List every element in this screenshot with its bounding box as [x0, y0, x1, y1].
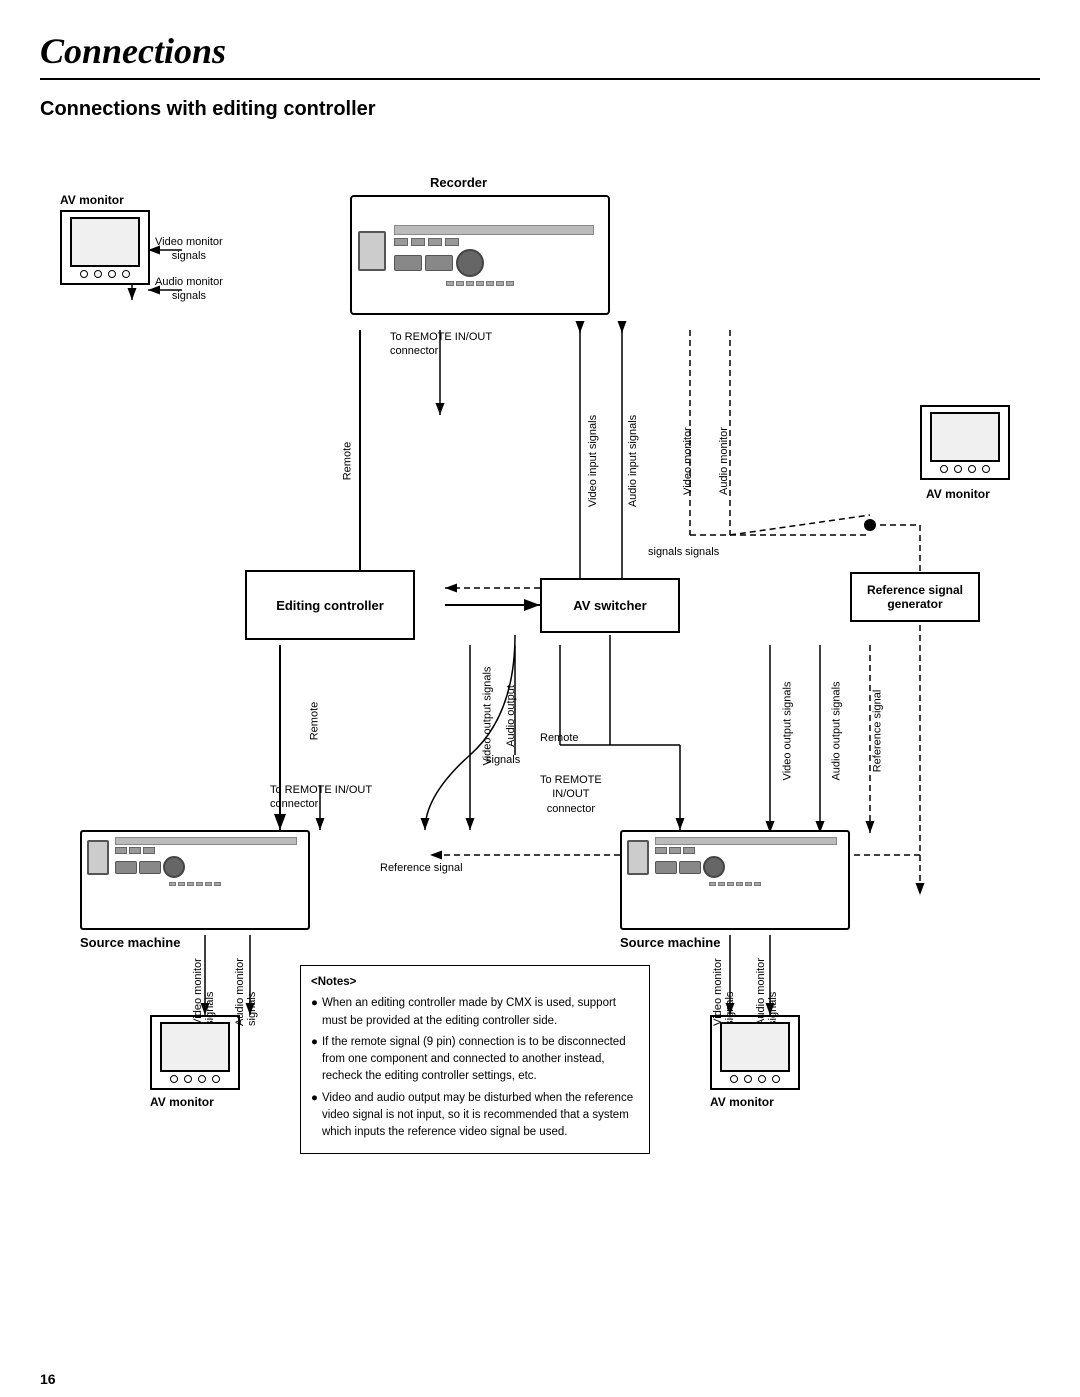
remote-label-bottom-left: Remote [308, 702, 320, 741]
av-switcher-label: AV switcher [573, 598, 646, 613]
signals-label-tr2: signals [685, 545, 719, 559]
note-item-2: ● If the remote signal (9 pin) connectio… [311, 1034, 639, 1086]
av-monitor-top-right-label: AV monitor [926, 487, 990, 503]
video-output-signals-right: Video output signals [781, 682, 793, 781]
av-monitor-top-right [920, 405, 1010, 480]
to-remote-inout-top: To REMOTE IN/OUTconnector [390, 330, 492, 359]
page-title: Connections [40, 30, 1040, 80]
reference-signal-label: Reference signal generator [852, 583, 978, 611]
reference-signal-bottom-label: Reference signal [380, 861, 463, 875]
remote-label-bottom-center: Remote [540, 731, 579, 745]
av-monitor-bottom-right [710, 1015, 800, 1090]
audio-output-signals-right: Audio output signals [831, 681, 843, 780]
video-input-signals-label: Video input signals [587, 415, 599, 507]
video-monitor-signals-tr: Video monitor [682, 427, 694, 495]
note-item-1: ● When an editing controller made by CMX… [311, 995, 639, 1030]
signals-label-tr: signals [648, 545, 682, 559]
av-monitor-top-left [60, 210, 150, 285]
recorder-device [350, 195, 610, 315]
source-machine-left [80, 830, 310, 930]
av-monitor-bottom-left [150, 1015, 240, 1090]
video-monitor-signals-top: Video monitorsignals [155, 235, 223, 264]
video-output-signals-left: Video output signals [481, 667, 493, 766]
audio-monitor-signals-top: Audio monitorsignals [155, 275, 223, 304]
editing-controller-device: Editing controller [245, 570, 415, 640]
remote-label-top: Remote [341, 442, 353, 481]
reference-signal-right: Reference signal [871, 690, 883, 773]
section-title: Connections with editing controller [40, 98, 1040, 121]
av-switcher-device: AV switcher [540, 578, 680, 633]
to-remote-inout-bottom-left: To REMOTE IN/OUTconnector [270, 783, 372, 812]
audio-input-signals-label: Audio input signals [627, 415, 639, 507]
diagram: Recorder AV monitor Video monitorsignals… [50, 135, 1030, 1085]
source-machine-right-label: Source machine [620, 935, 720, 952]
page-number: 16 [40, 1371, 56, 1387]
note-item-3: ● Video and audio output may be disturbe… [311, 1090, 639, 1142]
source-machine-left-label: Source machine [80, 935, 180, 952]
source-machine-right [620, 830, 850, 930]
audio-monitor-signals-tr: Audio monitor [718, 427, 730, 495]
audio-output-signals-left2: signals [486, 753, 520, 767]
to-remote-inout-bottom-center: To REMOTEIN/OUTconnector [540, 773, 602, 816]
recorder-label: Recorder [430, 175, 487, 192]
audio-output-signals-left: Audio output [505, 685, 517, 747]
editing-controller-label: Editing controller [276, 598, 384, 613]
notes-box: <Notes> ● When an editing controller mad… [300, 965, 650, 1154]
reference-signal-generator-device: Reference signal generator [850, 572, 980, 622]
notes-title: <Notes> [311, 974, 639, 991]
av-monitor-bottom-right-label: AV monitor [710, 1095, 774, 1111]
av-monitor-top-left-label: AV monitor [60, 193, 124, 209]
av-monitor-bottom-left-label: AV monitor [150, 1095, 214, 1111]
